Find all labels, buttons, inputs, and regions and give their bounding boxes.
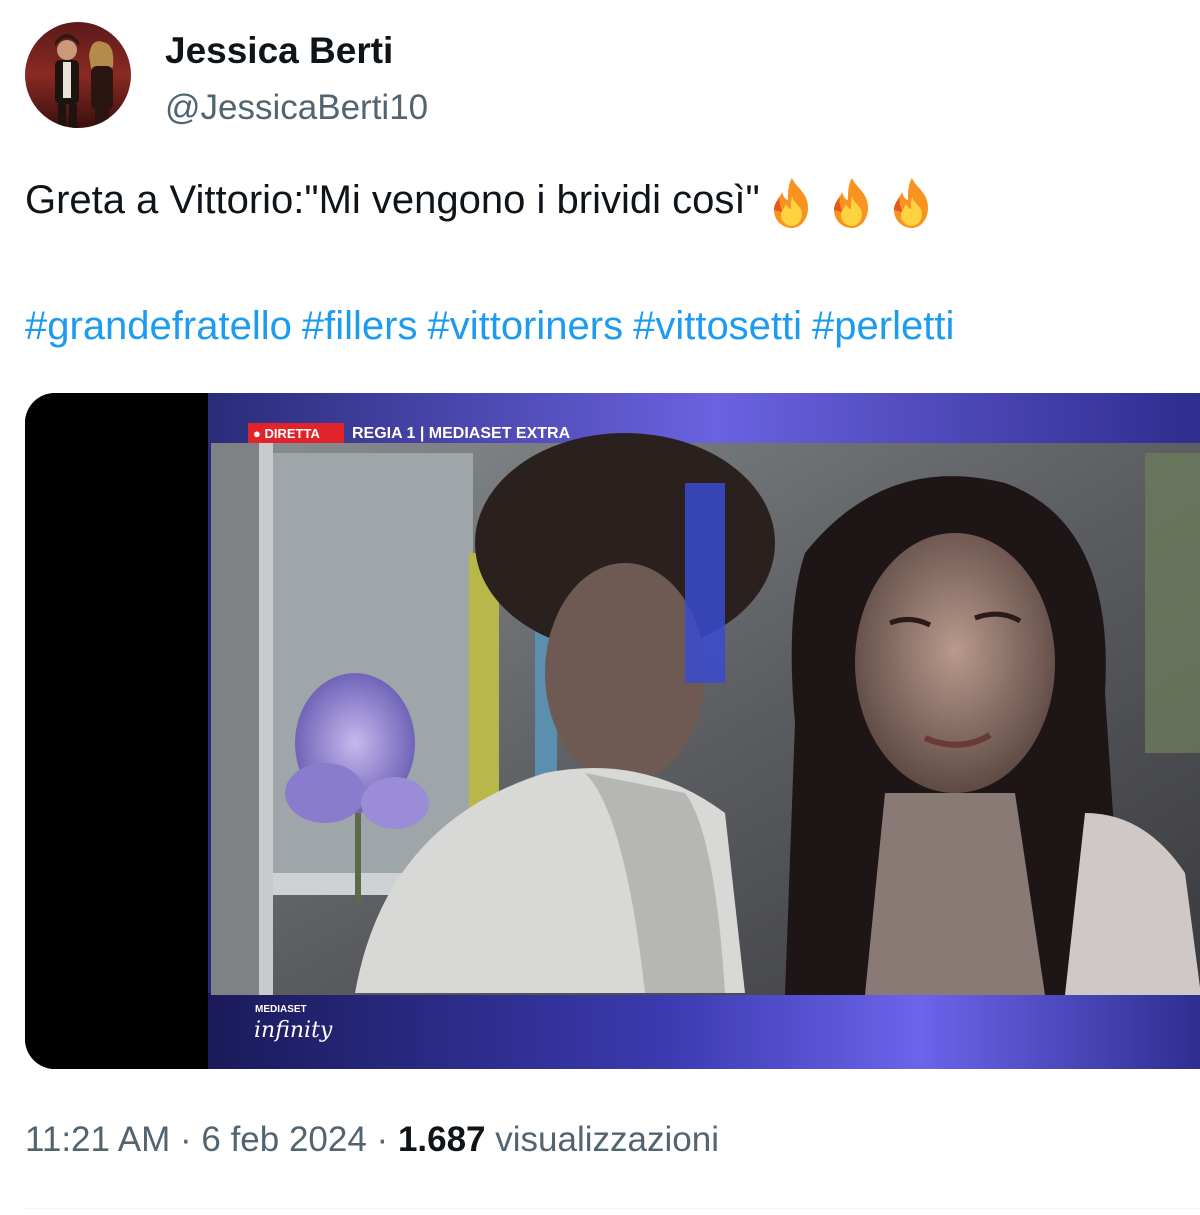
tweet-date[interactable]: 6 feb 2024 <box>201 1120 366 1159</box>
views-label: visualizzazioni <box>495 1120 719 1159</box>
hashtag-fillers[interactable]: #fillers <box>302 304 418 348</box>
fire-icon <box>773 178 808 229</box>
tweet[interactable]: Jessica Berti @JessicaBerti10 Greta a Vi… <box>0 0 1200 1215</box>
hashtag-list: #grandefratello #fillers #vittoriners #vitt… <box>25 298 964 354</box>
tweet-time[interactable]: 11:21 AM <box>25 1120 170 1159</box>
tweet-header: Jessica Berti @JessicaBerti10 <box>25 22 428 130</box>
channel-label: REGIA 1 | MEDIASET EXTRA <box>352 425 571 442</box>
live-badge: ● DIRETTA <box>253 426 320 441</box>
hashtag-vittoriners[interactable]: #vittoriners <box>427 304 623 348</box>
author-handle[interactable]: @JessicaBerti10 <box>165 86 428 130</box>
brand-infinity: infinity <box>254 1018 333 1043</box>
author-display-name[interactable]: Jessica Berti <box>165 30 428 72</box>
author-names: Jessica Berti @JessicaBerti10 <box>165 30 428 130</box>
meta-separator: · <box>366 1120 398 1159</box>
tweet-meta: 11:21 AM · 6 feb 2024 · 1.687 visualizza… <box>25 1116 719 1164</box>
meta-separator: · <box>170 1120 202 1159</box>
tweet-text: Greta a Vittorio:"Mi vengono i brividi c… <box>25 172 942 230</box>
hashtag-grandefratello[interactable]: #grandefratello <box>25 304 292 348</box>
views-count: 1.687 <box>397 1120 486 1159</box>
tweet-text-content: Greta a Vittorio:"Mi vengono i brividi c… <box>25 178 760 222</box>
avatar[interactable] <box>25 22 131 128</box>
video-frame[interactable]: ● DIRETTA REGIA 1 | MEDIASET EXTRA MEDIA… <box>25 393 1200 1069</box>
fire-icon <box>833 178 868 229</box>
fire-emojis <box>762 174 942 230</box>
hashtag-vittosetti[interactable]: #vittosetti <box>633 304 802 348</box>
avatar-image <box>25 22 131 128</box>
brand-mediaset: MEDIASET <box>255 1004 307 1015</box>
hashtag-perletti[interactable]: #perletti <box>812 304 954 348</box>
fire-icon <box>893 178 928 229</box>
video-player[interactable]: ● DIRETTA REGIA 1 | MEDIASET EXTRA MEDIA… <box>25 393 1200 1069</box>
divider <box>25 1208 1200 1209</box>
